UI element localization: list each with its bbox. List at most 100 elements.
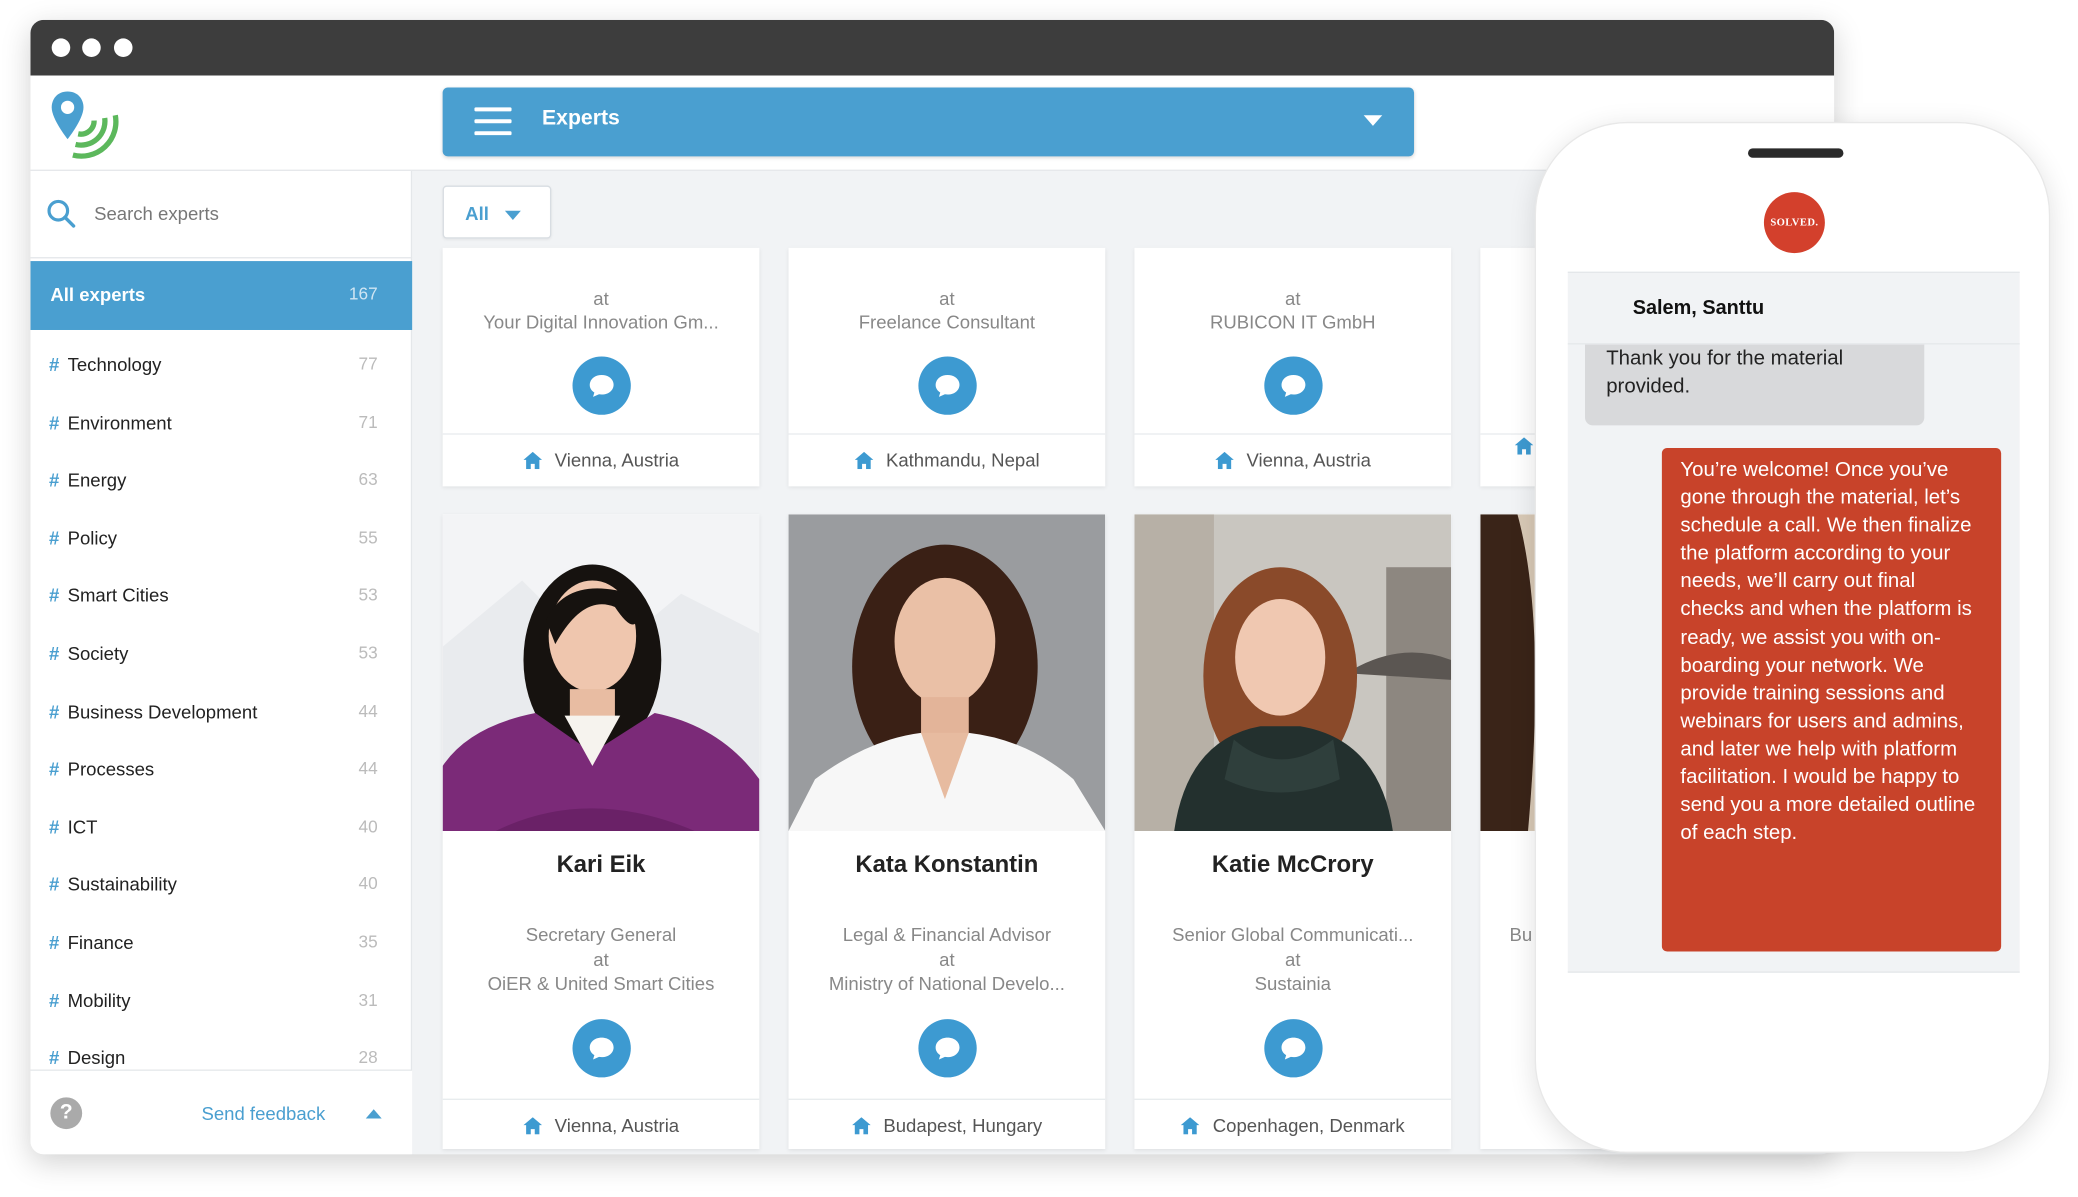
hash-icon: # bbox=[49, 353, 60, 376]
chat-button[interactable] bbox=[572, 1019, 631, 1078]
sidebar-item-label: Smart Cities bbox=[67, 584, 169, 607]
sidebar-item-sustainability[interactable]: # Sustainability 40 bbox=[30, 855, 412, 913]
sidebar-item-technology[interactable]: # Technology 77 bbox=[30, 335, 412, 393]
chevron-up-icon[interactable] bbox=[365, 1109, 382, 1119]
chat-button[interactable] bbox=[572, 356, 631, 415]
help-icon[interactable]: ? bbox=[50, 1097, 83, 1130]
sidebar-item-label: Finance bbox=[67, 931, 134, 953]
sidebar-item-count: 44 bbox=[358, 700, 378, 721]
sidebar-item-business-development[interactable]: # Business Development 44 bbox=[30, 682, 412, 740]
phone-mockup: SOLVED. Salem, Santtu Thank you for the … bbox=[1534, 121, 2051, 1153]
sidebar-item-all-experts[interactable]: All experts 167 bbox=[30, 261, 413, 330]
sidebar-item-count: 77 bbox=[358, 353, 378, 374]
expert-photo[interactable] bbox=[788, 514, 1106, 831]
sidebar-item-count: 40 bbox=[358, 816, 378, 836]
chat-contact-name: Salem, Santtu bbox=[1632, 296, 1765, 320]
chat-button[interactable] bbox=[918, 1019, 977, 1078]
sidebar-item-society[interactable]: # Society 53 bbox=[30, 624, 412, 682]
card-location-text: Budapest, Hungary bbox=[883, 1114, 1043, 1136]
hash-icon: # bbox=[49, 1047, 60, 1069]
expert-photo[interactable] bbox=[1134, 514, 1452, 831]
search-box bbox=[30, 171, 413, 259]
home-icon bbox=[1214, 451, 1234, 469]
stage: Experts All experts 167 # Technology 77 # E… bbox=[0, 0, 2078, 1197]
sidebar-item-environment[interactable]: # Environment 71 bbox=[30, 393, 412, 451]
filter-dropdown[interactable]: All bbox=[442, 185, 552, 239]
card-organization: OiER & United Smart Cities bbox=[487, 972, 715, 994]
home-icon bbox=[522, 451, 542, 469]
hash-icon: # bbox=[49, 989, 60, 1011]
solved-logo: SOLVED. bbox=[1763, 192, 1825, 254]
chat-button[interactable] bbox=[1264, 1019, 1323, 1078]
sidebar-item-label: Energy bbox=[67, 469, 127, 491]
expert-card[interactable]: at Freelance Consultant Kathmandu, Nepal bbox=[788, 247, 1106, 487]
card-location: Vienna, Austria bbox=[442, 433, 760, 483]
sidebar-item-finance[interactable]: # Finance 35 bbox=[30, 913, 412, 971]
chat-button[interactable] bbox=[1264, 356, 1323, 415]
sidebar: All experts 167 # Technology 77 # Environme… bbox=[30, 170, 413, 1155]
expert-card[interactable]: Kari Eik Secretary General at OiER & Uni… bbox=[442, 514, 760, 1150]
hash-icon: # bbox=[49, 700, 60, 722]
expert-card[interactable]: Katie McCrory Senior Global Communicati.… bbox=[1134, 514, 1452, 1150]
chat-bubble-icon bbox=[589, 375, 614, 397]
expert-card[interactable]: Kata Konstantin Legal & Financial Adviso… bbox=[788, 514, 1106, 1150]
search-input[interactable] bbox=[94, 197, 386, 230]
sidebar-item-energy[interactable]: # Energy 63 bbox=[30, 451, 412, 509]
expert-card[interactable]: at RUBICON IT GmbH Vienna, Austria bbox=[1134, 247, 1452, 487]
card-name: Kari Eik bbox=[556, 850, 646, 878]
hash-icon: # bbox=[49, 584, 60, 607]
expert-card[interactable]: at Your Digital Innovation Gm... Vienna,… bbox=[442, 247, 760, 487]
sidebar-item-label: Technology bbox=[67, 353, 162, 376]
chat-bubble-icon bbox=[1281, 1037, 1306, 1060]
card-location-text: Copenhagen, Denmark bbox=[1212, 1114, 1405, 1136]
chevron-down-icon[interactable] bbox=[1363, 115, 1383, 126]
sidebar-item-smart-cities[interactable]: # Smart Cities 53 bbox=[30, 566, 412, 624]
chevron-down-icon bbox=[504, 210, 521, 220]
card-at: at bbox=[939, 287, 955, 309]
card-location: Budapest, Hungary bbox=[788, 1098, 1106, 1149]
card-location-text: Vienna, Austria bbox=[554, 449, 680, 471]
card-location-text: Vienna, Austria bbox=[554, 1114, 680, 1136]
hash-icon: # bbox=[49, 816, 60, 838]
filter-label: All bbox=[465, 202, 489, 224]
sidebar-item-ict[interactable]: # ICT 40 bbox=[30, 797, 412, 855]
hash-icon: # bbox=[49, 758, 60, 780]
sidebar-item-policy[interactable]: # Policy 55 bbox=[30, 509, 412, 567]
card-location: Vienna, Austria bbox=[1134, 433, 1452, 483]
sidebar-item-design[interactable]: # Design 28 bbox=[30, 1029, 412, 1070]
window-close-dot[interactable] bbox=[51, 38, 71, 57]
sidebar-item-label: Processes bbox=[67, 758, 155, 780]
sidebar-footer: ? Send feedback bbox=[30, 1069, 413, 1155]
sidebar-item-count: 44 bbox=[358, 758, 378, 779]
section-header-bar[interactable]: Experts bbox=[442, 87, 1415, 157]
hash-icon: # bbox=[49, 642, 60, 664]
app-logo[interactable] bbox=[49, 86, 123, 160]
section-title: Experts bbox=[542, 107, 620, 130]
card-name: Kata Konstantin bbox=[855, 850, 1039, 878]
sidebar-item-count: 31 bbox=[358, 989, 378, 1010]
sidebar-item-label: Mobility bbox=[67, 989, 131, 1011]
chat-button[interactable] bbox=[918, 356, 977, 415]
hash-icon: # bbox=[49, 469, 60, 491]
sidebar-item-processes[interactable]: # Processes 44 bbox=[30, 740, 412, 798]
hash-icon: # bbox=[49, 527, 60, 549]
sidebar-item-count: 71 bbox=[358, 411, 378, 432]
sidebar-item-label: Policy bbox=[67, 527, 118, 549]
card-at: at bbox=[593, 948, 609, 971]
card-location: Vienna, Austria bbox=[442, 1098, 760, 1149]
home-icon bbox=[522, 1116, 542, 1134]
hamburger-menu-icon[interactable] bbox=[474, 107, 512, 136]
sidebar-item-mobility[interactable]: # Mobility 31 bbox=[30, 971, 412, 1029]
sidebar-item-count: 53 bbox=[358, 642, 378, 663]
card-organization: Freelance Consultant bbox=[858, 311, 1036, 333]
window-maximize-dot[interactable] bbox=[113, 38, 133, 57]
sidebar-item-label: Society bbox=[67, 642, 129, 664]
send-feedback-link[interactable]: Send feedback bbox=[201, 1103, 325, 1124]
search-icon[interactable] bbox=[46, 199, 76, 228]
window-minimize-dot[interactable] bbox=[82, 38, 101, 57]
card-at: at bbox=[1285, 948, 1301, 971]
sidebar-item-count: 167 bbox=[348, 283, 378, 304]
expert-photo[interactable] bbox=[442, 514, 760, 831]
home-icon bbox=[1514, 437, 1534, 455]
incoming-message: Thank you for the material provided. bbox=[1585, 344, 1925, 426]
